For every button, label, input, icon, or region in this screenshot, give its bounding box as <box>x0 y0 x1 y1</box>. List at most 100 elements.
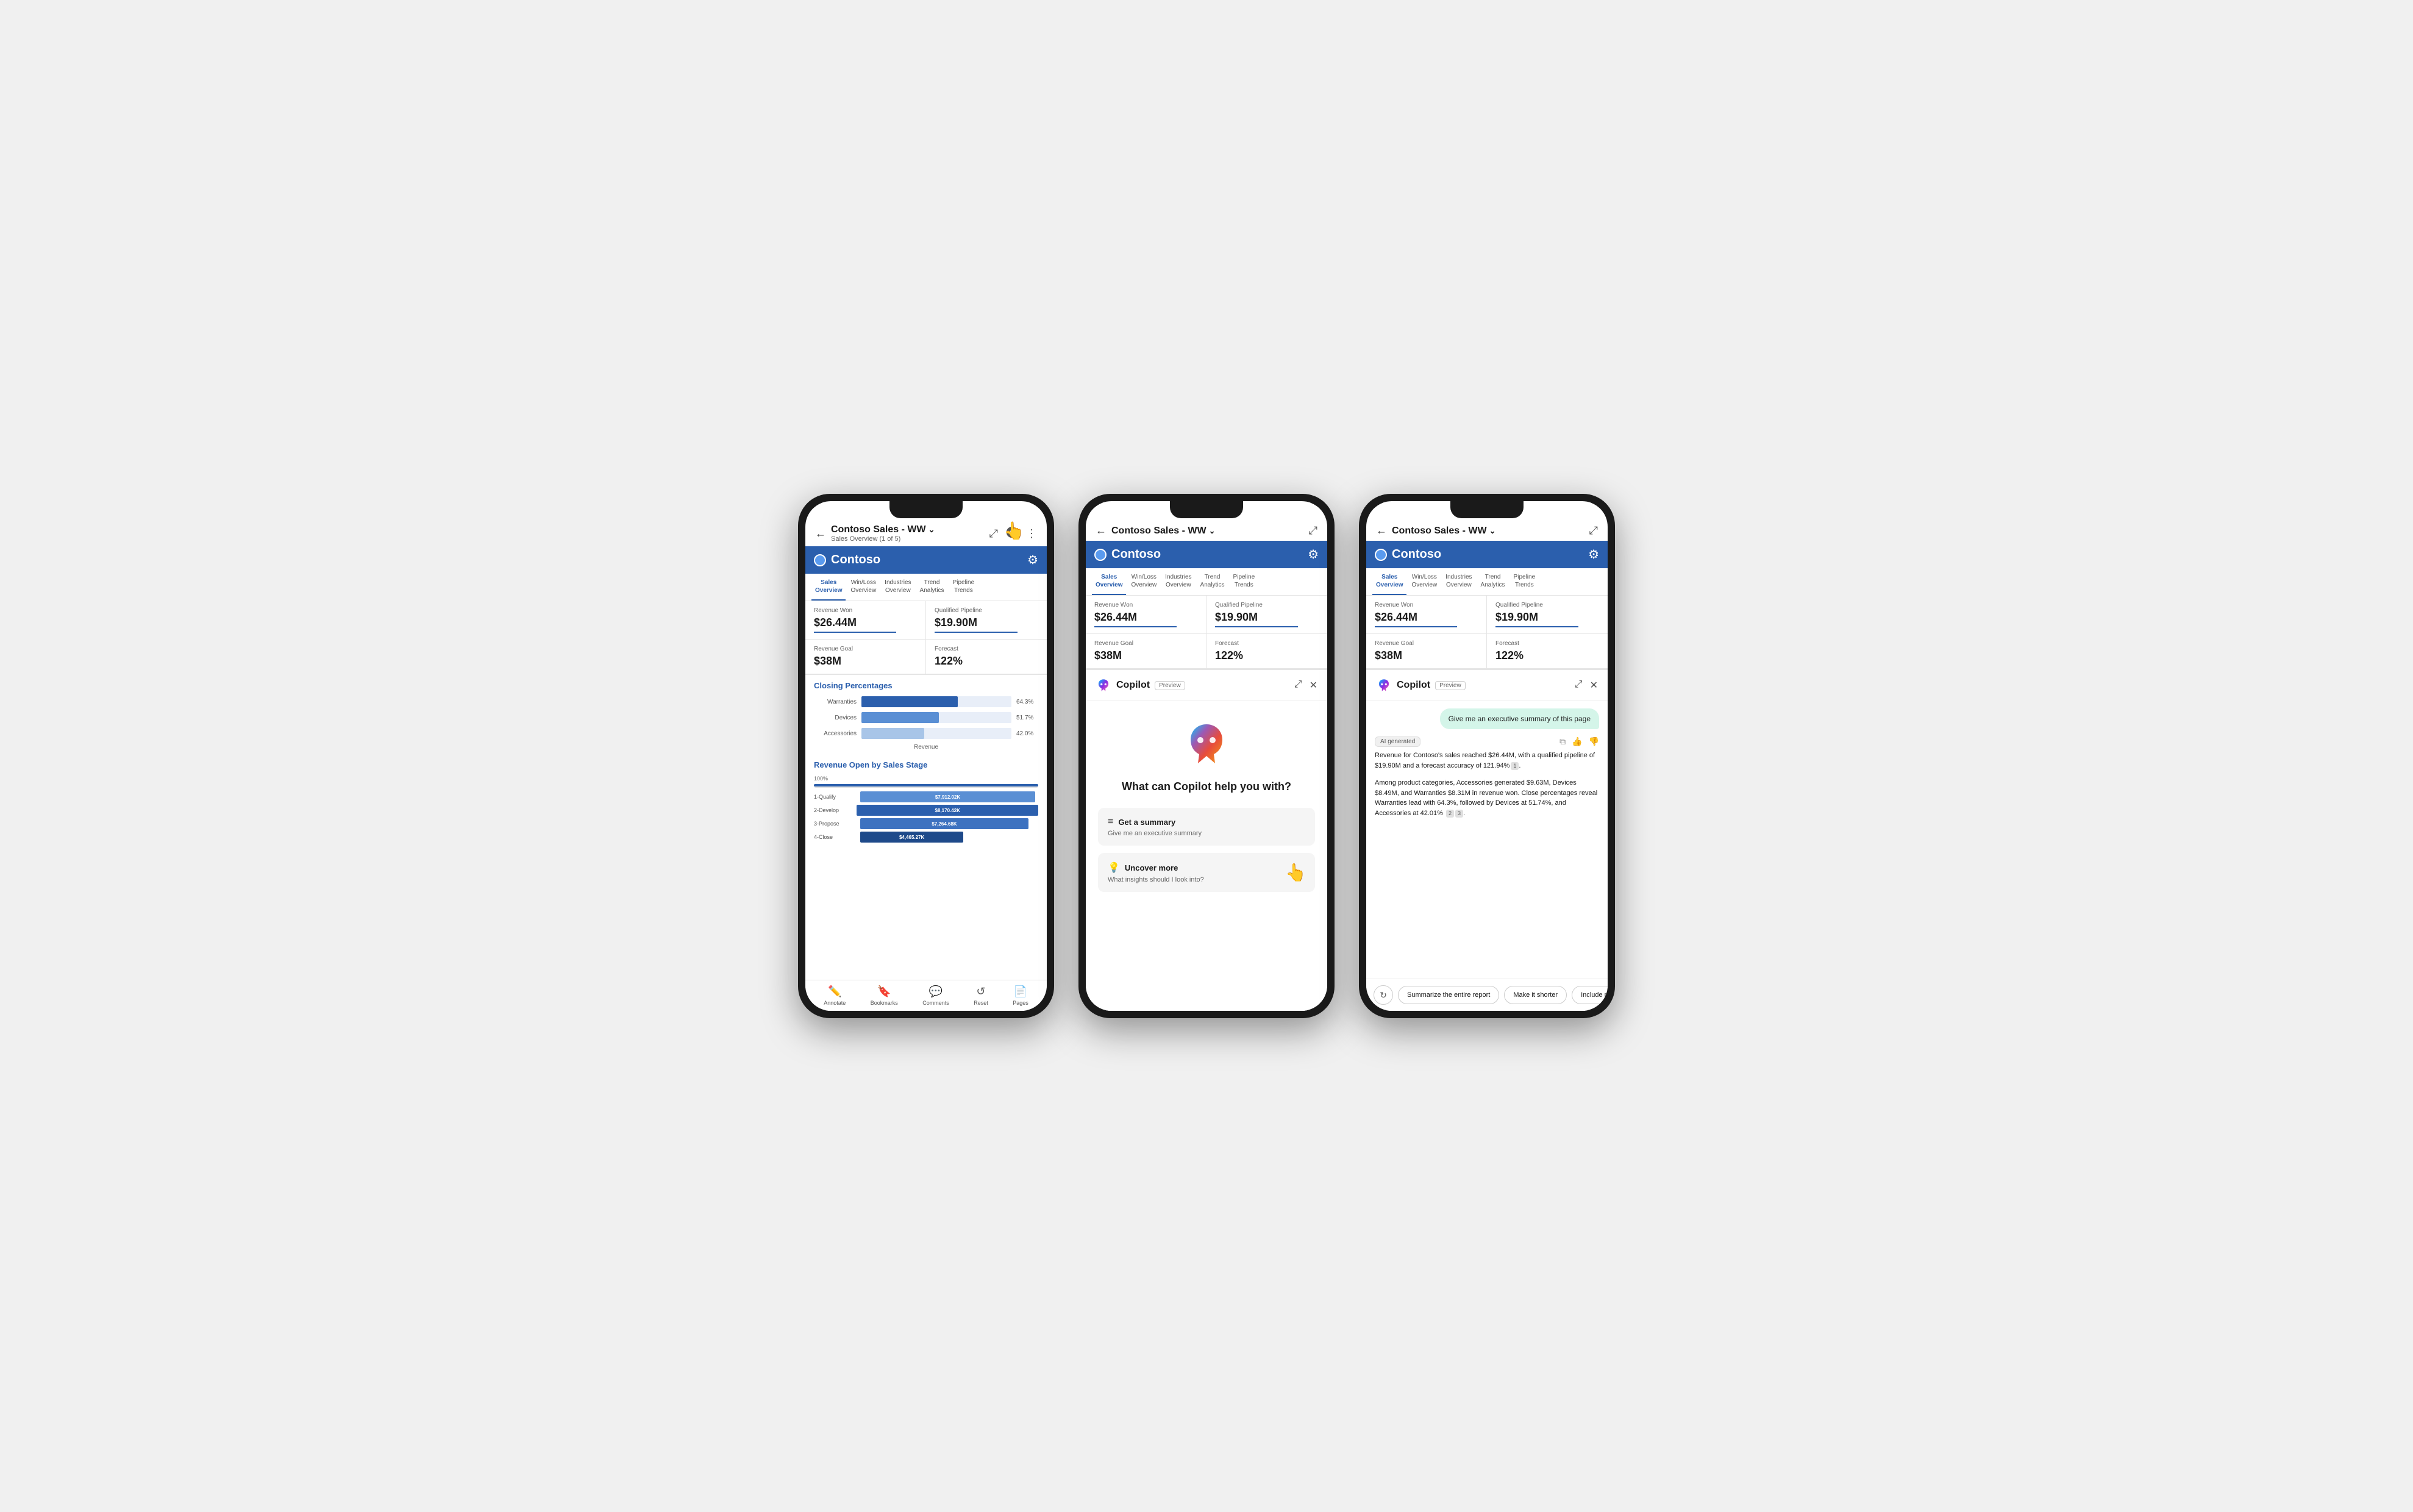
top-icons-1: ⤢ 👆 ⋮ <box>989 526 1037 542</box>
metric-revenue-goal-3: Revenue Goal $38M <box>1366 634 1487 669</box>
thumbs-up-icon-3[interactable]: 👍 <box>1572 736 1582 747</box>
phone-3-content: ← Contoso Sales - WW ⌄ ⤢ C <box>1366 501 1608 1011</box>
title-block-3: Contoso Sales - WW ⌄ <box>1392 526 1584 537</box>
close-copilot-icon-3[interactable]: ✕ <box>1590 679 1598 691</box>
suggestion-get-summary-2[interactable]: ≡ Get a summary Give me an executive sum… <box>1098 808 1315 846</box>
expand-icon-2[interactable]: ⤢ <box>1309 524 1317 537</box>
phone-3: ← Contoso Sales - WW ⌄ ⤢ C <box>1359 494 1615 1018</box>
tab-pipeline-3[interactable]: PipelineTrends <box>1510 568 1539 595</box>
tab-industries-3[interactable]: IndustriesOverview <box>1442 568 1475 595</box>
action-bar-3: ↻ Summarize the entire report Make it sh… <box>1366 979 1608 1011</box>
pages-icon-1: 📄 <box>1014 985 1027 998</box>
filter-icon-2[interactable]: ⚙ <box>1308 547 1319 562</box>
bar-row-accessories: Accessories 42.0% <box>814 728 1038 739</box>
nav-tabs-2: SalesOverview Win/LossOverview Industrie… <box>1086 568 1327 596</box>
nav-reset-1[interactable]: ↺ Reset <box>974 985 988 1006</box>
include-more-details-btn-3[interactable]: Include more details <box>1572 986 1608 1004</box>
more-icon-1[interactable]: ⋮ <box>1026 527 1037 540</box>
chevron-down-icon-1[interactable]: ⌄ <box>928 525 935 535</box>
reset-icon-1: ↺ <box>976 985 985 998</box>
tab-winloss-3[interactable]: Win/LossOverview <box>1408 568 1441 595</box>
tab-industries-2[interactable]: IndustriesOverview <box>1161 568 1195 595</box>
chat-container-3: Give me an executive summary of this pag… <box>1366 701 1608 979</box>
phone-notch-2 <box>1170 501 1243 518</box>
expand-copilot-icon-2[interactable]: ⤢ <box>1294 679 1302 691</box>
expand-icon-3[interactable]: ⤢ <box>1589 524 1598 537</box>
ai-response-3: AI generated ⧉ 👍 👎 Revenue for Contoso's… <box>1375 736 1599 822</box>
title-block-1: Contoso Sales - WW ⌄ Sales Overview (1 o… <box>831 524 985 543</box>
copilot-title-3: Copilot <box>1397 680 1430 691</box>
tab-pipeline-1[interactable]: PipelineTrends <box>949 574 978 601</box>
thumbs-down-icon-3[interactable]: 👎 <box>1589 736 1599 747</box>
suggestion-title-uncover-2: Uncover more <box>1125 863 1178 872</box>
metric-revenue-goal-2: Revenue Goal $38M <box>1086 634 1206 669</box>
contoso-dot-2 <box>1094 549 1107 561</box>
bar-row-warranties: Warranties 64.3% <box>814 696 1038 707</box>
tab-winloss-2[interactable]: Win/LossOverview <box>1127 568 1160 595</box>
expand-copilot-icon-3[interactable]: ⤢ <box>1575 679 1583 691</box>
tab-sales-overview-3[interactable]: SalesOverview <box>1372 568 1406 595</box>
uncover-icon-2: 💡 <box>1108 861 1120 874</box>
copilot-title-2: Copilot <box>1116 680 1150 691</box>
tab-sales-overview-1[interactable]: SalesOverview <box>811 574 846 601</box>
copilot-logo-icon-2 <box>1096 677 1111 693</box>
copilot-logo-icon-3 <box>1376 677 1392 693</box>
chevron-down-icon-2[interactable]: ⌄ <box>1209 526 1216 536</box>
tab-winloss-1[interactable]: Win/LossOverview <box>847 574 880 601</box>
comments-icon-1: 💬 <box>929 985 943 998</box>
summary-icon-2: ≡ <box>1108 816 1113 827</box>
copilot-toggle-icon-1[interactable]: 👆 <box>1005 526 1019 542</box>
contoso-logo-2: Contoso <box>1094 547 1161 562</box>
back-arrow-1[interactable]: ← <box>815 527 826 540</box>
tab-trend-2[interactable]: TrendAnalytics <box>1197 568 1228 595</box>
report-title-1: Contoso Sales - WW ⌄ <box>831 524 985 535</box>
metric-revenue-won-1: Revenue Won $26.44M <box>805 601 926 640</box>
copilot-preview-badge-3: Preview <box>1435 681 1466 690</box>
report-title-3: Contoso Sales - WW ⌄ <box>1392 526 1584 537</box>
bar-chart-label-1: Revenue <box>814 744 1038 751</box>
nav-pages-1[interactable]: 📄 Pages <box>1013 985 1028 1006</box>
report-subtitle-1: Sales Overview (1 of 5) <box>831 535 985 543</box>
nav-annotate-1[interactable]: ✏️ Annotate <box>824 985 846 1006</box>
filter-icon-3[interactable]: ⚙ <box>1588 547 1599 562</box>
copilot-big-logo-2 <box>1182 719 1231 768</box>
hand-cursor-2: 👆 <box>1285 863 1306 883</box>
tab-trend-1[interactable]: TrendAnalytics <box>916 574 948 601</box>
contoso-brand-name-3: Contoso <box>1392 547 1441 562</box>
back-arrow-3[interactable]: ← <box>1376 524 1387 537</box>
phone-2-screen: ← Contoso Sales - WW ⌄ ⤢ C <box>1086 501 1327 1011</box>
metric-forecast-1: Forecast 122% <box>926 640 1047 674</box>
suggestion-uncover-2[interactable]: 💡 Uncover more What insights should I lo… <box>1098 853 1315 892</box>
tab-industries-1[interactable]: IndustriesOverview <box>881 574 914 601</box>
phone-notch-3 <box>1450 501 1524 518</box>
metric-qualified-pipeline-3: Qualified Pipeline $19.90M <box>1487 596 1608 634</box>
contoso-dot-1 <box>814 554 826 566</box>
make-shorter-btn-3[interactable]: Make it shorter <box>1504 986 1567 1004</box>
hand-cursor-1: 👆 <box>1003 521 1025 541</box>
bottom-nav-1: ✏️ Annotate 🔖 Bookmarks 💬 Comments ↺ Res… <box>805 980 1047 1011</box>
tab-trend-3[interactable]: TrendAnalytics <box>1477 568 1509 595</box>
revenue-open-title-1: Revenue Open by Sales Stage <box>805 754 1047 772</box>
chevron-down-icon-3[interactable]: ⌄ <box>1489 526 1496 536</box>
refresh-icon-3[interactable]: ↻ <box>1374 985 1393 1005</box>
bar-chart-1: Warranties 64.3% Devices 51.7% <box>805 693 1047 754</box>
copy-icon-3[interactable]: ⧉ <box>1559 736 1566 747</box>
filter-icon-1[interactable]: ⚙ <box>1027 552 1038 568</box>
expand-icon-1[interactable]: ⤢ <box>989 527 998 540</box>
nav-comments-1[interactable]: 💬 Comments <box>922 985 949 1006</box>
stacked-row-close: 4-Close $4,465.27K <box>814 832 1038 843</box>
close-copilot-icon-2[interactable]: ✕ <box>1310 679 1317 691</box>
metric-qualified-pipeline-1: Qualified Pipeline $19.90M <box>926 601 1047 640</box>
summarize-report-btn-3[interactable]: Summarize the entire report <box>1398 986 1499 1004</box>
copilot-header-3: Copilot Preview ⤢ ✕ <box>1366 670 1608 701</box>
tab-pipeline-2[interactable]: PipelineTrends <box>1230 568 1259 595</box>
copilot-preview-badge-2: Preview <box>1155 681 1185 690</box>
tab-sales-overview-2[interactable]: SalesOverview <box>1092 568 1126 595</box>
metric-qualified-pipeline-2: Qualified Pipeline $19.90M <box>1206 596 1327 634</box>
metric-forecast-3: Forecast 122% <box>1487 634 1608 669</box>
nav-bookmarks-1[interactable]: 🔖 Bookmarks <box>871 985 898 1006</box>
phone-3-screen: ← Contoso Sales - WW ⌄ ⤢ C <box>1366 501 1608 1011</box>
stacked-row-propose: 3-Propose $7,264.68K <box>814 818 1038 829</box>
contoso-brand-name-2: Contoso <box>1111 547 1161 562</box>
back-arrow-2[interactable]: ← <box>1096 524 1107 537</box>
